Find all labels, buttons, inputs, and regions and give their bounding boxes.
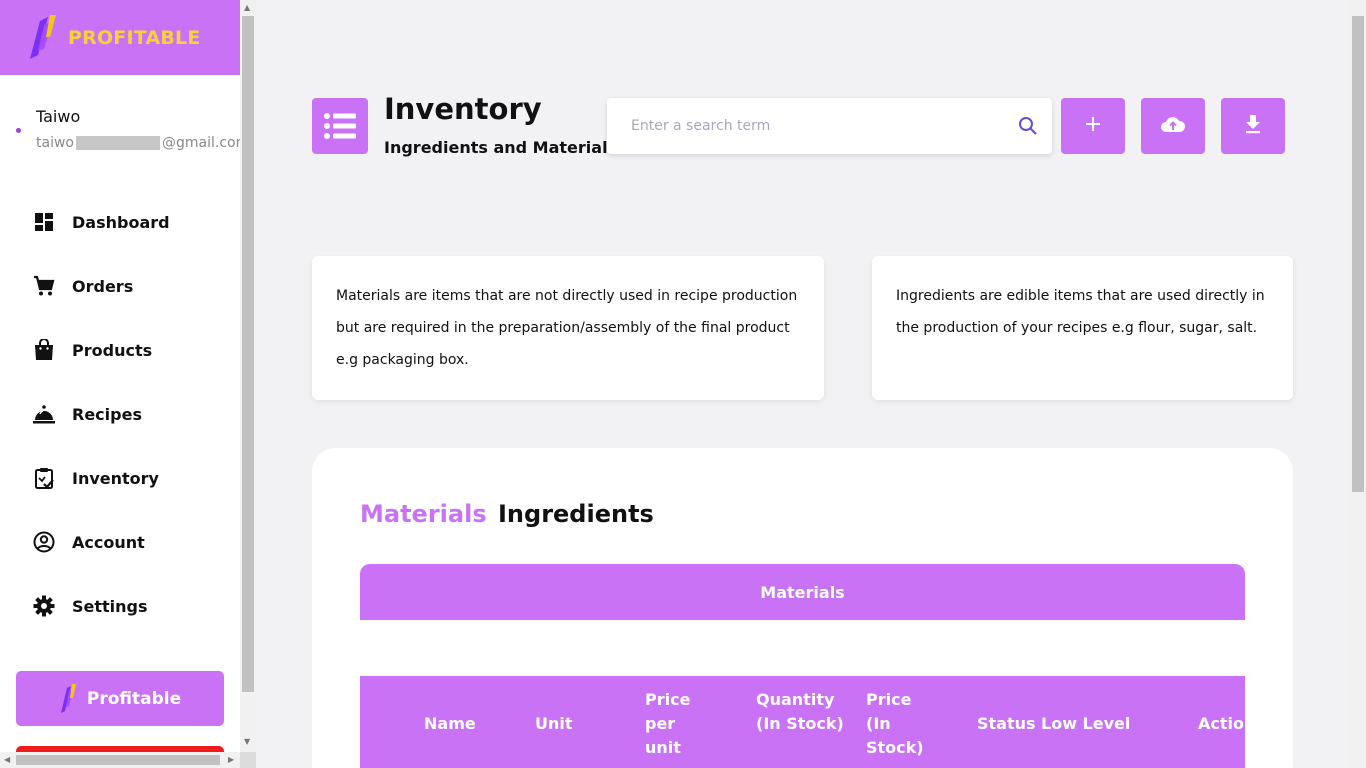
column-header-unit[interactable]: Unit xyxy=(535,712,573,736)
search-box xyxy=(607,98,1052,154)
download-button[interactable] xyxy=(1221,98,1285,154)
sidebar-item-account[interactable]: Account xyxy=(0,510,240,574)
email-suffix: @gmail.com xyxy=(161,135,240,151)
shopping-bag-icon xyxy=(33,339,55,361)
plus-icon xyxy=(1085,116,1101,136)
gear-icon xyxy=(33,595,55,617)
page-subtitle: Ingredients and Materials xyxy=(384,138,618,157)
tab-materials[interactable]: Materials xyxy=(360,500,487,528)
table-header: Name Unit Price per unit Quantity (In St… xyxy=(360,676,1255,768)
column-header-status[interactable]: Status xyxy=(977,712,1036,736)
online-dot-icon xyxy=(16,128,21,133)
brand-header[interactable]: PROFITABLE xyxy=(0,0,240,75)
scrollbar-corner xyxy=(240,752,256,768)
cart-icon xyxy=(33,275,55,297)
add-button[interactable] xyxy=(1061,98,1125,154)
inventory-panel: Materials Ingredients Materials Name Uni… xyxy=(312,448,1293,768)
sidebar-vertical-scrollbar[interactable]: ▲ ▼ xyxy=(240,0,256,752)
promo-label: Profitable xyxy=(86,688,182,709)
sidebar-horizontal-scrollbar[interactable]: ◀ ▶ xyxy=(0,752,240,768)
sidebar-item-recipes[interactable]: Recipes xyxy=(0,382,240,446)
sidebar-item-label: Dashboard xyxy=(72,212,170,232)
clipboard-check-icon xyxy=(33,467,55,489)
materials-info-card: Materials are items that are not directl… xyxy=(312,256,824,400)
profitable-promo-button[interactable]: Profitable xyxy=(16,671,224,726)
account-circle-icon xyxy=(33,531,55,553)
sidebar-item-label: Inventory xyxy=(72,468,159,488)
column-header-name[interactable]: Name xyxy=(424,712,476,736)
room-service-bell-icon xyxy=(33,403,55,425)
sidebar-item-label: Settings xyxy=(72,596,148,616)
column-header-quantity-in-stock[interactable]: Quantity (In Stock) xyxy=(756,688,846,736)
sidebar-nav: Dashboard Orders Products Recipes Invent… xyxy=(0,190,240,638)
search-input[interactable] xyxy=(631,118,1001,134)
sidebar-item-label: Products xyxy=(72,340,153,360)
sidebar-item-settings[interactable]: Settings xyxy=(0,574,240,638)
scroll-down-icon[interactable]: ▼ xyxy=(244,738,250,746)
column-header-action[interactable]: Action xyxy=(1198,712,1255,736)
sidebar-item-inventory[interactable]: Inventory xyxy=(0,446,240,510)
ingredients-info-card: Ingredients are edible items that are us… xyxy=(872,256,1293,400)
main-content: Inventory Ingredients and Materials Mate… xyxy=(256,0,1350,768)
sidebar-item-label: Orders xyxy=(72,276,134,296)
sidebar-item-products[interactable]: Products xyxy=(0,318,240,382)
profitable-logo-icon xyxy=(59,683,77,714)
ingredients-info-text: Ingredients are edible items that are us… xyxy=(896,288,1265,336)
user-name: Taiwo xyxy=(36,107,81,126)
upload-button[interactable] xyxy=(1141,98,1205,154)
materials-table-title: Materials xyxy=(360,564,1245,620)
column-header-price-in-stock[interactable]: Price (In Stock) xyxy=(866,688,930,760)
column-header-low-level[interactable]: Low Level xyxy=(1041,712,1130,736)
scroll-up-icon[interactable]: ▲ xyxy=(244,4,250,12)
sidebar-item-dashboard[interactable]: Dashboard xyxy=(0,190,240,254)
brand-name: PROFITABLE xyxy=(68,26,201,49)
cloud-upload-icon xyxy=(1160,115,1186,137)
email-redaction xyxy=(76,136,160,150)
profitable-logo-icon xyxy=(26,14,58,61)
sidebar-item-label: Recipes xyxy=(72,404,142,424)
scroll-thumb[interactable] xyxy=(242,16,254,692)
sidebar: PROFITABLE Taiwo taiwo @gmail.com Dashboa… xyxy=(0,0,240,768)
download-icon xyxy=(1244,114,1262,138)
search-icon[interactable] xyxy=(1018,116,1038,136)
page-title: Inventory xyxy=(384,92,542,126)
dashboard-icon xyxy=(33,211,55,233)
sidebar-item-orders[interactable]: Orders xyxy=(0,254,240,318)
user-email: taiwo @gmail.com xyxy=(36,135,240,151)
scroll-thumb[interactable] xyxy=(1352,16,1364,492)
column-header-price-per-unit[interactable]: Price per unit xyxy=(645,688,709,760)
list-icon xyxy=(312,98,368,154)
scroll-thumb[interactable] xyxy=(16,755,220,765)
email-prefix: taiwo xyxy=(36,135,74,151)
materials-info-text: Materials are items that are not directl… xyxy=(336,288,798,368)
tab-ingredients[interactable]: Ingredients xyxy=(498,500,654,528)
sidebar-item-label: Account xyxy=(72,532,145,552)
page-vertical-scrollbar[interactable] xyxy=(1350,0,1366,768)
scroll-right-icon[interactable]: ▶ xyxy=(228,756,234,764)
scroll-left-icon[interactable]: ◀ xyxy=(4,756,10,764)
